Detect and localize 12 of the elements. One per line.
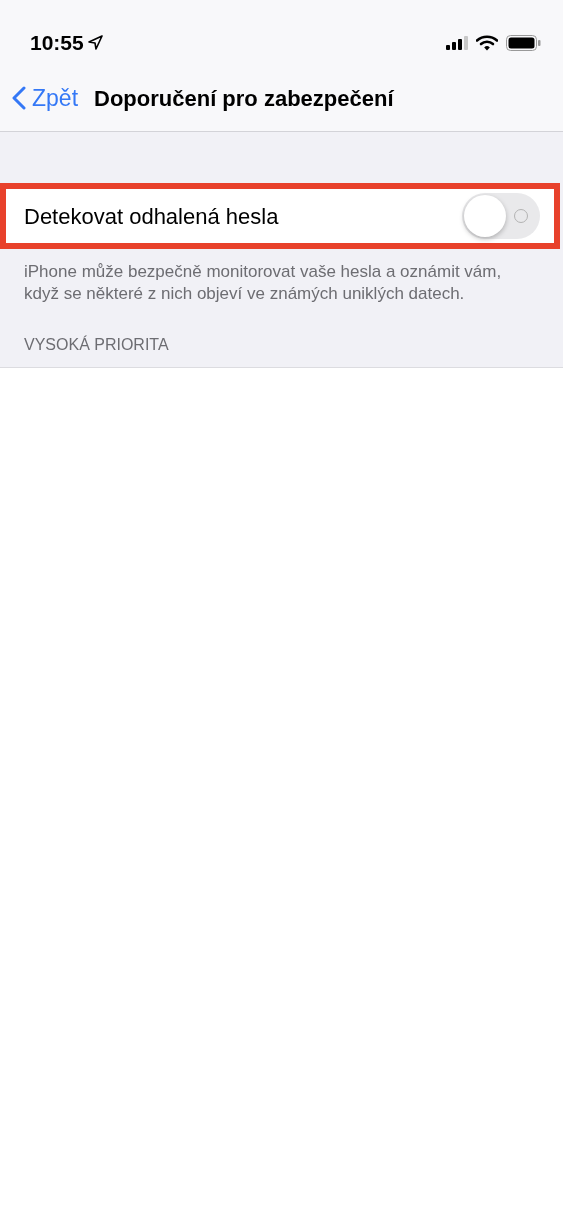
setting-label: Detekovat odhalená hesla — [24, 202, 279, 231]
signal-icon — [446, 35, 468, 50]
chevron-left-icon — [12, 86, 26, 110]
back-button[interactable]: Zpět — [12, 80, 79, 116]
wifi-icon — [476, 34, 498, 51]
toggle-switch[interactable] — [462, 193, 540, 239]
page-title: Doporučení pro zabezpečení — [94, 84, 394, 113]
footer-note: iPhone může bezpečně monitorovat vaše hesla a oznámit vám, když se některé z nich objeví ve známých uniklých datech. — [23, 261, 503, 306]
section-header: VYSOKÁ PRIORITA — [0, 305, 563, 369]
location-arrow-icon — [87, 35, 103, 50]
battery-icon — [506, 34, 541, 51]
clock: 10:55 — [30, 29, 84, 56]
